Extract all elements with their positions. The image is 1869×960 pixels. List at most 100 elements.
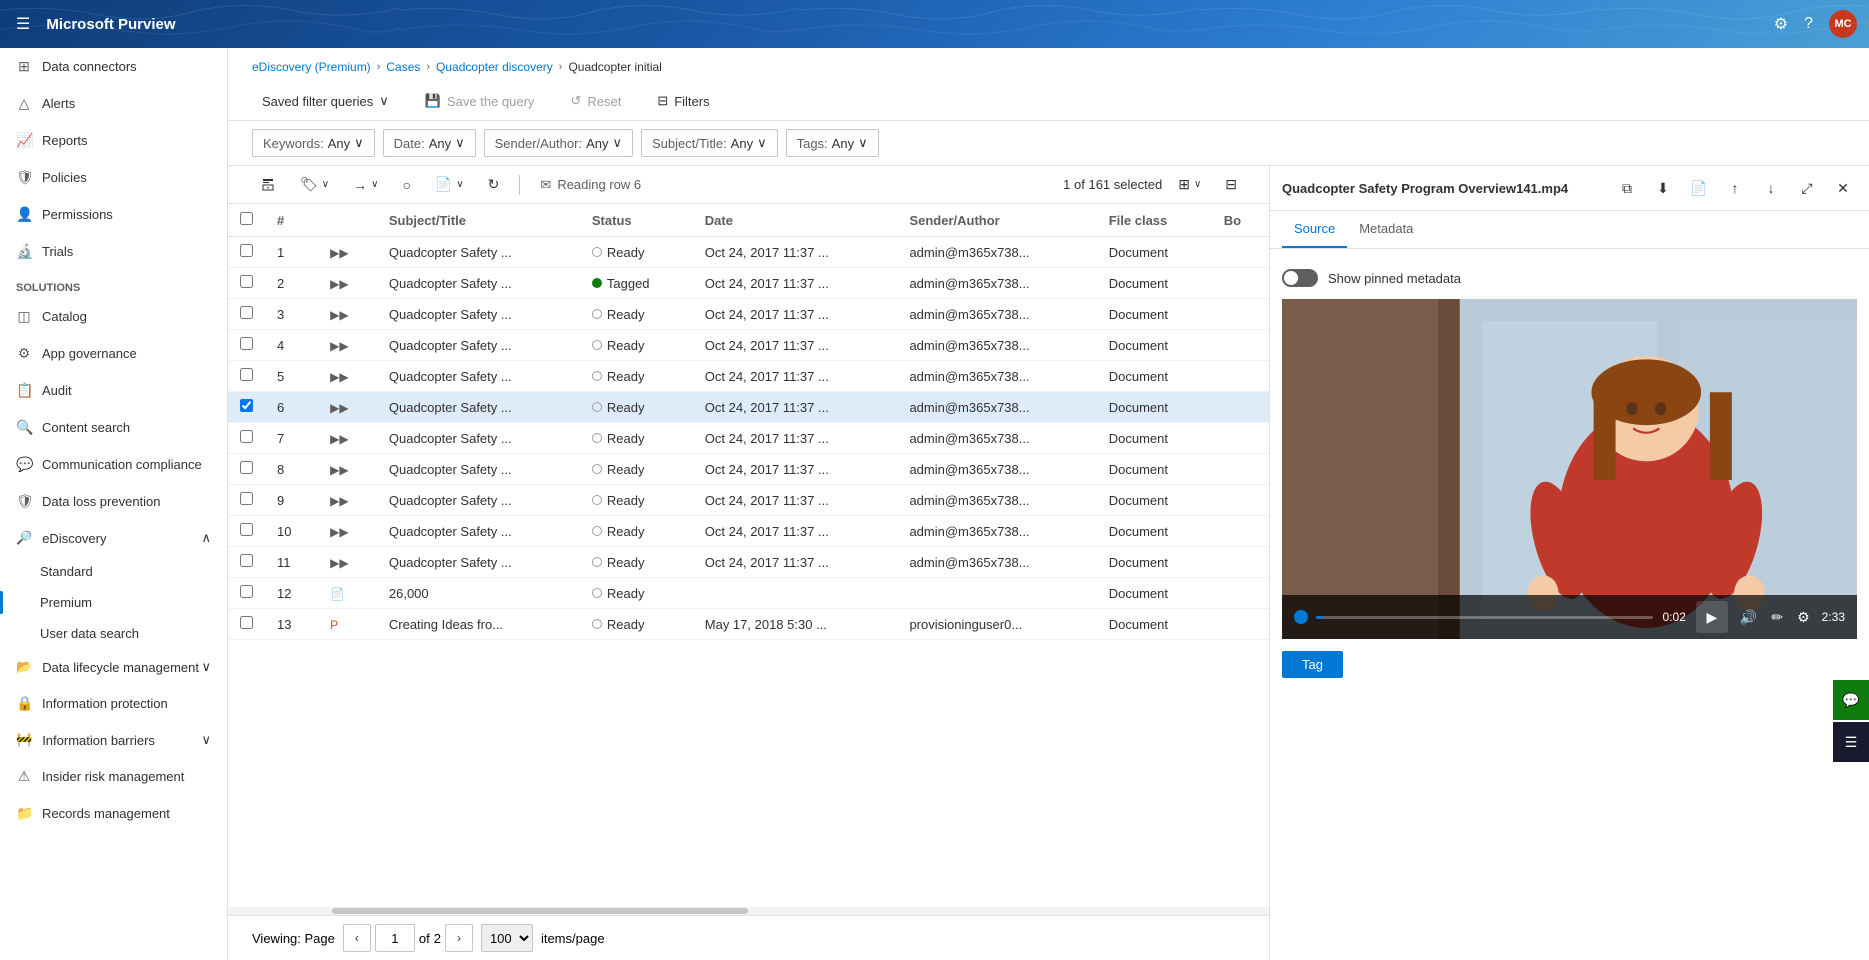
sidebar-item-catalog[interactable]: ◫ Catalog: [0, 298, 227, 335]
row-checkbox[interactable]: [240, 523, 253, 536]
sidebar-item-user-data-search[interactable]: User data search: [0, 618, 227, 649]
breadcrumb-ediscovery[interactable]: eDiscovery (Premium): [252, 60, 371, 74]
tab-metadata[interactable]: Metadata: [1347, 211, 1425, 248]
prev-page-button[interactable]: ‹: [343, 924, 371, 952]
settings-icon[interactable]: ⚙: [1774, 14, 1788, 34]
row-checkbox[interactable]: [240, 585, 253, 598]
horizontal-scrollbar[interactable]: [228, 907, 1269, 915]
sender-filter[interactable]: Sender/Author: Any ∨: [484, 129, 633, 157]
row-checkbox[interactable]: [240, 275, 253, 288]
table-row[interactable]: 3 ▶▶ Quadcopter Safety ... Ready Oct 24,…: [228, 299, 1269, 330]
sidebar-item-comm-compliance[interactable]: 💬 Communication compliance: [0, 446, 227, 483]
table-row[interactable]: 5 ▶▶ Quadcopter Safety ... Ready Oct 24,…: [228, 361, 1269, 392]
row-checkbox[interactable]: [240, 492, 253, 505]
sidebar-item-data-lifecycle[interactable]: 📂 Data lifecycle management ∨: [0, 649, 227, 685]
pinned-metadata-toggle[interactable]: [1282, 269, 1318, 287]
sidebar-item-audit[interactable]: 📋 Audit: [0, 372, 227, 409]
subject-filter[interactable]: Subject/Title: Any ∨: [641, 129, 778, 157]
page-number-input[interactable]: [375, 924, 415, 952]
sidebar-item-ediscovery[interactable]: 🔎 eDiscovery ∧: [0, 520, 227, 556]
saved-filter-queries-button[interactable]: Saved filter queries ∨: [252, 88, 399, 114]
progress-bar[interactable]: [1316, 616, 1653, 619]
col-sender-author[interactable]: Sender/Author: [897, 204, 1096, 237]
play-button[interactable]: ▶: [1696, 601, 1728, 633]
row-checkbox[interactable]: [240, 616, 253, 629]
volume-button[interactable]: 🔊: [1738, 607, 1759, 628]
save-query-button[interactable]: 💾 Save the query: [415, 88, 545, 114]
chat-bubble-button[interactable]: 💬: [1833, 680, 1869, 720]
sidebar-item-reports[interactable]: 📈 Reports: [0, 122, 227, 159]
sidebar-item-policies[interactable]: 🛡 Policies: [0, 159, 227, 196]
table-row[interactable]: 1 ▶▶ Quadcopter Safety ... Ready Oct 24,…: [228, 237, 1269, 268]
table-row[interactable]: 9 ▶▶ Quadcopter Safety ... Ready Oct 24,…: [228, 485, 1269, 516]
move-button[interactable]: → ∨: [345, 173, 386, 197]
sidebar-item-content-search[interactable]: 🔍 Content search: [0, 409, 227, 446]
keywords-filter[interactable]: Keywords: Any ∨: [252, 129, 375, 157]
col-date[interactable]: Date: [693, 204, 898, 237]
sidebar-item-trials[interactable]: 🔬 Trials: [0, 233, 227, 270]
sidebar-item-premium[interactable]: Premium: [0, 587, 227, 618]
table-row[interactable]: 6 ▶▶ Quadcopter Safety ... Ready Oct 24,…: [228, 392, 1269, 423]
breadcrumb-cases[interactable]: Cases: [386, 60, 420, 74]
breadcrumb-quadcopter-discovery[interactable]: Quadcopter discovery: [436, 60, 553, 74]
table-row[interactable]: 13 P Creating Ideas fro... Ready May 17,…: [228, 609, 1269, 640]
sidebar-item-permissions[interactable]: 👤 Permissions: [0, 196, 227, 233]
download-original-button[interactable]: [252, 173, 284, 197]
col-status[interactable]: Status: [580, 204, 693, 237]
document-view-button[interactable]: 📄: [1685, 174, 1713, 202]
user-avatar[interactable]: MC: [1829, 10, 1857, 38]
sidebar-item-data-connectors[interactable]: ⊞ Data connectors: [0, 48, 227, 85]
sidebar-item-alerts[interactable]: △ Alerts: [0, 85, 227, 122]
mark-button[interactable]: ○: [394, 173, 418, 197]
navigate-down-button[interactable]: ↓: [1757, 174, 1785, 202]
sidebar-item-info-barriers[interactable]: 🚧 Information barriers ∨: [0, 722, 227, 758]
date-filter[interactable]: Date: Any ∨: [383, 129, 476, 157]
pencil-button[interactable]: ✏: [1769, 607, 1785, 628]
col-bo[interactable]: Bo: [1212, 204, 1269, 237]
col-file-class[interactable]: File class: [1097, 204, 1212, 237]
refresh-button[interactable]: ↻: [480, 172, 508, 197]
row-checkbox[interactable]: [240, 399, 253, 412]
view-toggle-button[interactable]: ⊞ ∨: [1170, 172, 1209, 197]
download-panel-button[interactable]: ⬇: [1649, 174, 1677, 202]
sidebar-item-app-governance[interactable]: ⚙ App governance: [0, 335, 227, 372]
table-row[interactable]: 4 ▶▶ Quadcopter Safety ... Ready Oct 24,…: [228, 330, 1269, 361]
tab-source[interactable]: Source: [1282, 211, 1347, 248]
help-icon[interactable]: ?: [1804, 15, 1813, 33]
sidebar-item-data-loss[interactable]: 🛡 Data loss prevention: [0, 483, 227, 520]
col-subject-title[interactable]: Subject/Title: [377, 204, 580, 237]
filters-button[interactable]: ⊟ Filters: [647, 88, 719, 114]
table-row[interactable]: 12 📄 26,000 Ready Document: [228, 578, 1269, 609]
video-settings-button[interactable]: ⚙: [1795, 607, 1812, 628]
table-row[interactable]: 10 ▶▶ Quadcopter Safety ... Ready Oct 24…: [228, 516, 1269, 547]
close-panel-button[interactable]: ✕: [1829, 174, 1857, 202]
table-scroll[interactable]: # Subject/Title Status Date Sender/Autho…: [228, 204, 1269, 907]
select-all-checkbox[interactable]: [240, 212, 253, 225]
file-action-button[interactable]: 📄 ∨: [427, 172, 472, 197]
table-row[interactable]: 2 ▶▶ Quadcopter Safety ... Tagged Oct 24…: [228, 268, 1269, 299]
row-checkbox[interactable]: [240, 306, 253, 319]
sidebar-item-insider-risk[interactable]: ⚠ Insider risk management: [0, 758, 227, 795]
navigate-up-button[interactable]: ↑: [1721, 174, 1749, 202]
sidebar-item-records[interactable]: 📁 Records management: [0, 795, 227, 832]
row-checkbox[interactable]: [240, 430, 253, 443]
row-checkbox[interactable]: [240, 554, 253, 567]
table-row[interactable]: 8 ▶▶ Quadcopter Safety ... Ready Oct 24,…: [228, 454, 1269, 485]
row-checkbox[interactable]: [240, 337, 253, 350]
reset-button[interactable]: ↺ Reset: [560, 88, 631, 114]
columns-button[interactable]: ⊟: [1217, 172, 1245, 197]
expand-panel-button[interactable]: ⤢: [1793, 174, 1821, 202]
tags-filter[interactable]: Tags: Any ∨: [786, 129, 879, 157]
sidebar-item-standard[interactable]: Standard: [0, 556, 227, 587]
sidebar-item-info-protection[interactable]: 🔒 Information protection: [0, 685, 227, 722]
row-checkbox[interactable]: [240, 368, 253, 381]
table-row[interactable]: 7 ▶▶ Quadcopter Safety ... Ready Oct 24,…: [228, 423, 1269, 454]
comment-button[interactable]: ☰: [1833, 722, 1869, 762]
hamburger-menu[interactable]: ☰: [12, 10, 34, 38]
next-page-button[interactable]: ›: [445, 924, 473, 952]
open-in-new-button[interactable]: ⧉: [1613, 174, 1641, 202]
tag-document-button[interactable]: Tag: [1282, 651, 1343, 678]
row-checkbox[interactable]: [240, 244, 253, 257]
table-row[interactable]: 11 ▶▶ Quadcopter Safety ... Ready Oct 24…: [228, 547, 1269, 578]
items-per-page-select[interactable]: 100 50 25: [481, 924, 533, 952]
